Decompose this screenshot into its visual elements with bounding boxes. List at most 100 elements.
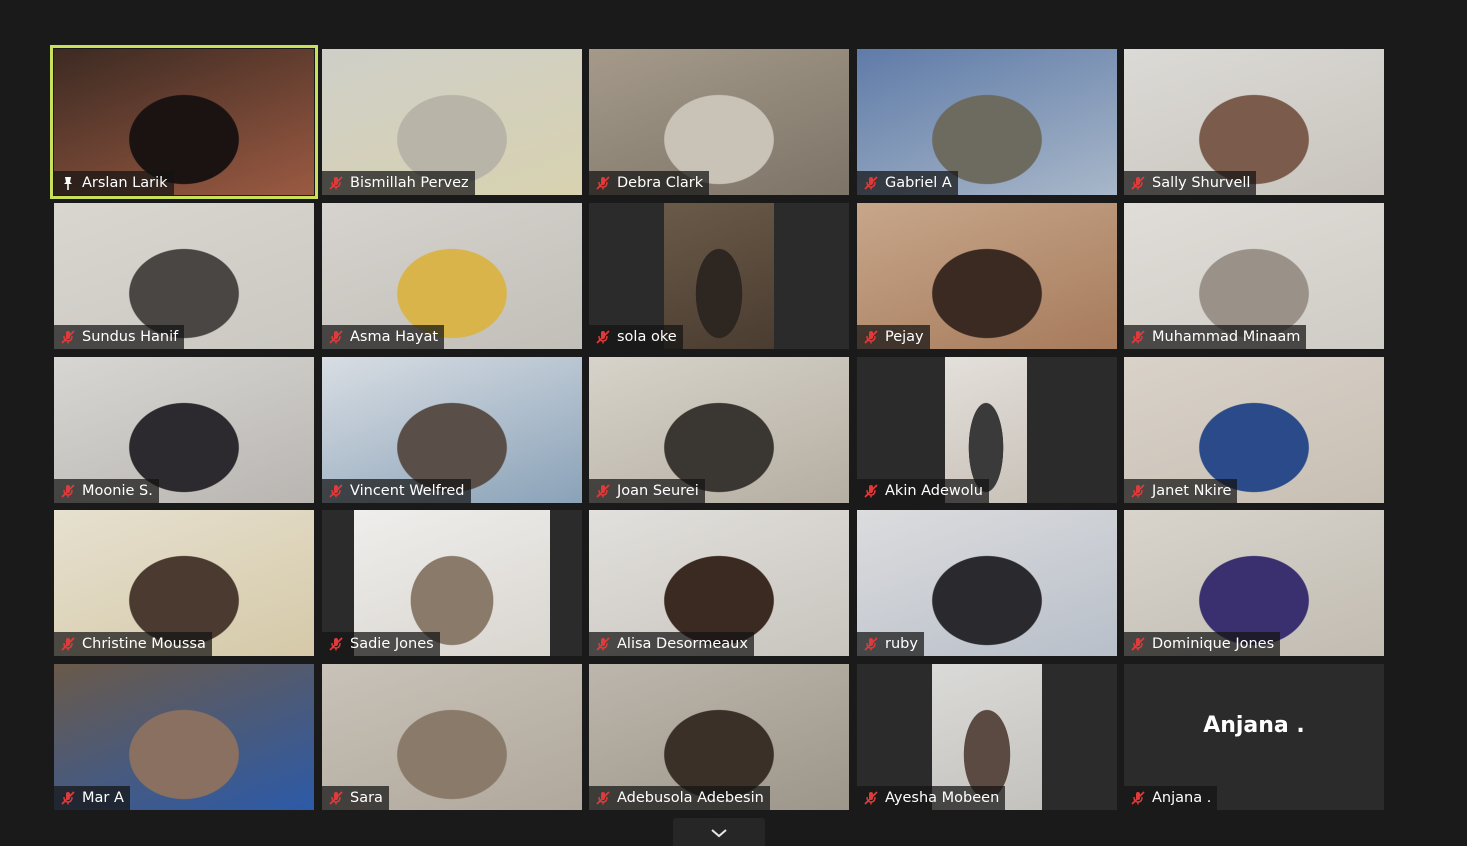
participant-name: Debra Clark: [617, 175, 704, 191]
mic-muted-icon: [1130, 175, 1146, 191]
participant-nametag: Anjana .: [1124, 786, 1218, 810]
participant-name: Dominique Jones: [1152, 636, 1275, 652]
participant-name: sola oke: [617, 329, 677, 345]
chevron-down-icon: [710, 823, 728, 842]
mic-muted-icon: [60, 483, 76, 499]
participant-name: Ayesha Mobeen: [885, 790, 1000, 806]
participant-tile-dominique-jones[interactable]: Dominique Jones: [1124, 510, 1384, 656]
participant-tile-gabriel-a[interactable]: Gabriel A: [857, 49, 1117, 195]
participant-tile-alisa-desormeaux[interactable]: Alisa Desormeaux: [589, 510, 849, 656]
participant-tile-sola-oke[interactable]: sola oke: [589, 203, 849, 349]
participant-name: Moonie S.: [82, 483, 153, 499]
mic-muted-icon: [328, 790, 344, 806]
mic-muted-icon: [1130, 636, 1146, 652]
participant-name: Vincent Welfred: [350, 483, 465, 499]
mic-muted-icon: [863, 483, 879, 499]
participant-tile-asma-hayat[interactable]: Asma Hayat: [322, 203, 582, 349]
mic-muted-icon: [1130, 483, 1146, 499]
participant-tile-janet-nkire[interactable]: Janet Nkire: [1124, 357, 1384, 503]
participant-name: Akin Adewolu: [885, 483, 983, 499]
participant-name: ruby: [885, 636, 918, 652]
participant-nametag: Ayesha Mobeen: [857, 786, 1006, 810]
participant-tile-ruby[interactable]: ruby: [857, 510, 1117, 656]
participant-tile-adebusola-adebesin[interactable]: Adebusola Adebesin: [589, 664, 849, 810]
participant-nametag: Sundus Hanif: [54, 325, 185, 349]
participant-nametag: Gabriel A: [857, 171, 958, 195]
mic-muted-icon: [595, 175, 611, 191]
mic-muted-icon: [595, 329, 611, 345]
participant-tile-bismillah-pervez[interactable]: Bismillah Pervez: [322, 49, 582, 195]
participant-nametag: Christine Moussa: [54, 632, 212, 656]
participant-tile-pejay[interactable]: Pejay: [857, 203, 1117, 349]
participant-nametag: Akin Adewolu: [857, 479, 989, 503]
participant-name: Alisa Desormeaux: [617, 636, 748, 652]
mic-muted-icon: [863, 790, 879, 806]
participant-name: Sundus Hanif: [82, 329, 179, 345]
participant-tile-sally-shurvell[interactable]: Sally Shurvell: [1124, 49, 1384, 195]
participant-name: Gabriel A: [885, 175, 952, 191]
participant-tile-muhammad-minaam[interactable]: Muhammad Minaam: [1124, 203, 1384, 349]
participant-name: Bismillah Pervez: [350, 175, 469, 191]
mic-muted-icon: [328, 175, 344, 191]
participant-tile-akin-adewolu[interactable]: Akin Adewolu: [857, 357, 1117, 503]
participant-nametag: Moonie S.: [54, 479, 159, 503]
participant-name: Janet Nkire: [1152, 483, 1232, 499]
participant-name: Pejay: [885, 329, 924, 345]
mic-muted-icon: [595, 790, 611, 806]
participant-tile-christine-moussa[interactable]: Christine Moussa: [54, 510, 314, 656]
participant-tile-arslan-larik[interactable]: Arslan Larik: [50, 45, 318, 199]
participant-tile-vincent-welfred[interactable]: Vincent Welfred: [322, 357, 582, 503]
participant-name: Sadie Jones: [350, 636, 434, 652]
participant-nametag: Mar A: [54, 786, 130, 810]
participant-display-name: Anjana .: [1203, 712, 1305, 738]
participant-name: Muhammad Minaam: [1152, 329, 1301, 345]
participant-nametag: Debra Clark: [589, 171, 710, 195]
participant-tile-sundus-hanif[interactable]: Sundus Hanif: [54, 203, 314, 349]
hide-toolbar-button[interactable]: [673, 818, 765, 846]
participant-name: Sara: [350, 790, 383, 806]
mic-muted-icon: [60, 790, 76, 806]
participant-tile-sara[interactable]: Sara: [322, 664, 582, 810]
mic-muted-icon: [60, 329, 76, 345]
mic-muted-icon: [595, 483, 611, 499]
participant-nametag: Alisa Desormeaux: [589, 632, 754, 656]
mic-muted-icon: [328, 483, 344, 499]
participant-nametag: Arslan Larik: [54, 171, 174, 195]
participant-nametag: Sadie Jones: [322, 632, 440, 656]
participant-name: Sally Shurvell: [1152, 175, 1251, 191]
participant-name: Adebusola Adebesin: [617, 790, 764, 806]
participant-tile-mar-a[interactable]: Mar A: [54, 664, 314, 810]
participant-tile-anjana[interactable]: Anjana . Anjana .: [1124, 664, 1384, 810]
participant-name: Arslan Larik: [82, 175, 168, 191]
participant-nametag: sola oke: [589, 325, 683, 349]
participant-tile-moonie-s[interactable]: Moonie S.: [54, 357, 314, 503]
mic-muted-icon: [863, 636, 879, 652]
mic-muted-icon: [863, 175, 879, 191]
pin-icon: [60, 175, 76, 191]
participant-tile-ayesha-mobeen[interactable]: Ayesha Mobeen: [857, 664, 1117, 810]
mic-muted-icon: [863, 329, 879, 345]
mic-muted-icon: [1130, 329, 1146, 345]
participant-nametag: Sara: [322, 786, 389, 810]
participant-nametag: Asma Hayat: [322, 325, 445, 349]
participant-nametag: Bismillah Pervez: [322, 171, 475, 195]
participant-nametag: Vincent Welfred: [322, 479, 471, 503]
participant-tile-debra-clark[interactable]: Debra Clark: [589, 49, 849, 195]
participant-nametag: Muhammad Minaam: [1124, 325, 1307, 349]
participant-tile-sadie-jones[interactable]: Sadie Jones: [322, 510, 582, 656]
participant-name: Asma Hayat: [350, 329, 439, 345]
participant-name: Christine Moussa: [82, 636, 206, 652]
mic-muted-icon: [60, 636, 76, 652]
mic-muted-icon: [328, 329, 344, 345]
participant-nametag: Adebusola Adebesin: [589, 786, 770, 810]
mic-muted-icon: [328, 636, 344, 652]
participant-name: Anjana .: [1152, 790, 1212, 806]
participant-name: Joan Seurei: [617, 483, 699, 499]
participant-tile-joan-seurei[interactable]: Joan Seurei: [589, 357, 849, 503]
participant-nametag: ruby: [857, 632, 924, 656]
participant-nametag: Janet Nkire: [1124, 479, 1238, 503]
meeting-gallery: Arslan Larik Bismillah Pervez Debra Clark G…: [0, 0, 1467, 846]
participant-nametag: Joan Seurei: [589, 479, 705, 503]
participant-name: Mar A: [82, 790, 124, 806]
participant-nametag: Dominique Jones: [1124, 632, 1281, 656]
